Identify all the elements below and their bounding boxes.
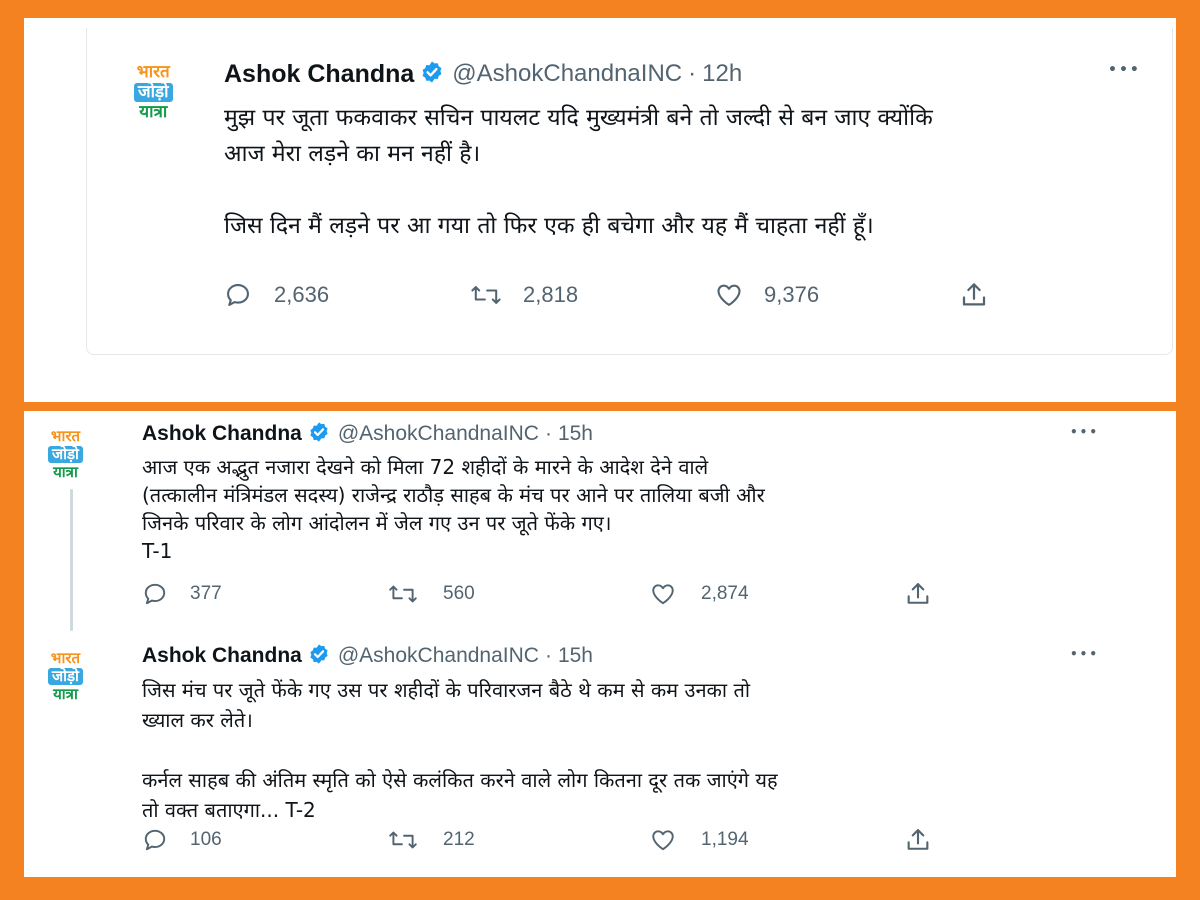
verified-badge-icon [420, 60, 444, 88]
tweet-1[interactable]: भारत जोड़ो यात्रा Ashok Chandna @AshokCh… [24, 18, 1176, 358]
top-screenshot-panel: भारत जोड़ो यात्रा Ashok Chandna @AshokCh… [24, 18, 1176, 402]
like-button[interactable]: 2,874 [649, 581, 904, 607]
more-options-icon[interactable]: ••• [1108, 62, 1141, 78]
more-options-icon[interactable]: ••• [1070, 647, 1099, 661]
tweet-actions: 2,636 2,818 9,376 [224, 280, 989, 310]
share-icon [904, 580, 932, 608]
like-count: 2,874 [701, 583, 749, 604]
tweet-time[interactable]: 12h [702, 60, 742, 88]
reply-button[interactable]: 377 [142, 581, 387, 607]
author-handle[interactable]: @AshokChandnaINC [338, 422, 539, 446]
retweet-icon [469, 281, 503, 309]
tweet-time[interactable]: 15h [558, 644, 593, 668]
tweet-header: Ashok Chandna @AshokChandnaINC · 12h [224, 58, 742, 90]
tweet-header: Ashok Chandna @AshokChandnaINC · 15h [142, 419, 593, 449]
avatar-text-line-3: यात्रा [53, 463, 78, 481]
author-name[interactable]: Ashok Chandna [142, 644, 302, 668]
retweet-icon [387, 581, 419, 607]
like-icon [649, 581, 677, 607]
retweet-count: 212 [443, 829, 475, 850]
like-count: 1,194 [701, 829, 749, 850]
meta-separator: · [688, 60, 697, 87]
avatar-text-line-1: भारत [50, 649, 81, 667]
reply-button[interactable]: 106 [142, 827, 387, 853]
share-icon [959, 280, 989, 310]
tweet-actions: 106 212 1,194 [142, 827, 932, 853]
avatar[interactable]: भारत जोड़ो यात्रा [134, 64, 173, 121]
meta-separator: · [544, 422, 552, 445]
like-button[interactable]: 9,376 [714, 281, 959, 309]
verified-badge-icon [308, 421, 330, 447]
reply-icon [224, 281, 252, 309]
tweet-header: Ashok Chandna @AshokChandnaINC · 15h [142, 641, 593, 671]
reply-icon [142, 827, 168, 853]
share-button[interactable] [904, 580, 932, 608]
retweet-icon [387, 827, 419, 853]
author-handle[interactable]: @AshokChandnaINC [452, 60, 682, 88]
author-handle[interactable]: @AshokChandnaINC [338, 644, 539, 668]
avatar-text-line-2: जोड़ो [48, 668, 83, 685]
retweet-count: 560 [443, 583, 475, 604]
retweet-button[interactable]: 2,818 [469, 281, 714, 309]
bottom-screenshot-panel: भारत जोड़ो यात्रा Ashok Chandna @AshokCh… [24, 411, 1176, 877]
retweet-button[interactable]: 560 [387, 581, 649, 607]
tweet-actions: 377 560 2,874 [142, 581, 932, 607]
like-icon [649, 827, 677, 853]
avatar[interactable]: भारत जोड़ो यात्रा [48, 651, 83, 702]
tweet-2[interactable]: भारत जोड़ो यात्रा Ashok Chandna @AshokCh… [24, 411, 1176, 621]
more-options-icon[interactable]: ••• [1070, 425, 1099, 439]
retweet-button[interactable]: 212 [387, 827, 649, 853]
like-button[interactable]: 1,194 [649, 827, 904, 853]
avatar-text-line-1: भारत [50, 427, 81, 445]
tweet-text: मुझ पर जूता फकवाकर सचिन पायलट यदि मुख्यम… [224, 105, 933, 239]
avatar-text-line-3: यात्रा [139, 102, 168, 122]
author-name[interactable]: Ashok Chandna [142, 422, 302, 446]
reply-icon [142, 581, 168, 607]
share-button[interactable] [904, 826, 932, 854]
tweet-time[interactable]: 15h [558, 422, 593, 446]
verified-badge-icon [308, 643, 330, 669]
meta-separator: · [544, 644, 552, 667]
retweet-count: 2,818 [523, 282, 579, 307]
like-count: 9,376 [764, 282, 820, 307]
avatar-text-line-2: जोड़ो [48, 446, 83, 463]
like-icon [714, 281, 744, 309]
reply-button[interactable]: 2,636 [224, 281, 469, 309]
tweet-text: जिस मंच पर जूते फेंके गए उस पर शहीदों के… [142, 678, 778, 822]
share-icon [904, 826, 932, 854]
author-name[interactable]: Ashok Chandna [224, 60, 414, 89]
avatar-text-line-1: भारत [136, 62, 170, 82]
tweet-text: आज एक अद्भुत नजारा देखने को मिला 72 शहीद… [142, 455, 765, 563]
avatar[interactable]: भारत जोड़ो यात्रा [48, 429, 83, 480]
reply-count: 377 [190, 583, 222, 604]
reply-count: 106 [190, 829, 222, 850]
share-button[interactable] [959, 280, 989, 310]
avatar-text-line-3: यात्रा [53, 685, 78, 703]
avatar-text-line-2: जोड़ो [134, 83, 173, 102]
tweet-3[interactable]: भारत जोड़ो यात्रा Ashok Chandna @AshokCh… [24, 635, 1176, 875]
reply-count: 2,636 [274, 282, 330, 307]
